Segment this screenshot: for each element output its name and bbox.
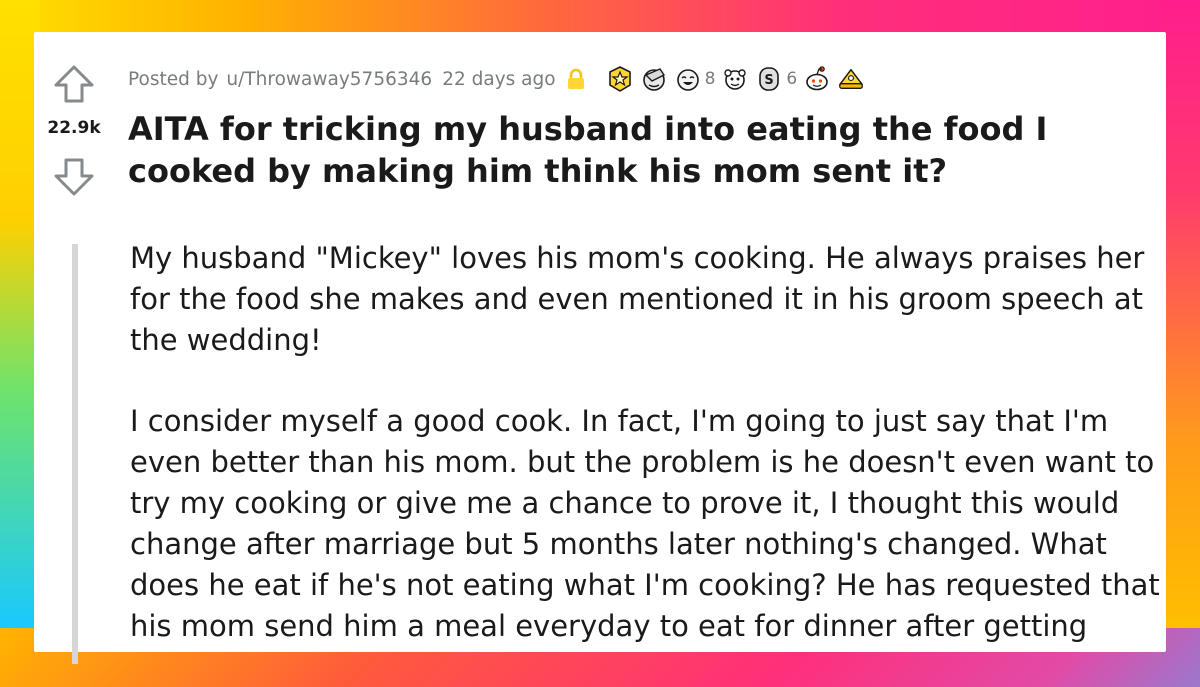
snoo-award-icon[interactable]: [803, 65, 831, 93]
post-age[interactable]: 22 days ago: [442, 69, 555, 90]
quote-bar: [72, 244, 78, 664]
post-title[interactable]: AITA for tricking my husband into eating…: [128, 108, 1168, 192]
awards-row: 8 S 6: [606, 65, 866, 93]
award-count-laugh: 8: [704, 69, 716, 89]
body-paragraph: I consider myself a good cook. In fact, …: [130, 404, 1160, 643]
post-meta: Posted by u/Throwaway5756346 22 days ago: [128, 66, 865, 92]
star-medal-award-icon[interactable]: [606, 65, 634, 93]
gold-hat-award-icon[interactable]: [837, 65, 865, 93]
vote-score: 22.9k: [47, 118, 101, 138]
vote-column: 22.9k: [34, 32, 114, 232]
body-paragraph: My husband "Mickey" loves his mom's cook…: [130, 241, 1145, 357]
facepalm-award-icon[interactable]: [640, 65, 668, 93]
post-card: 22.9k Posted by u/Throwaway5756346 22 da…: [34, 32, 1168, 664]
gradient-frame-top: [0, 0, 1200, 34]
lock-icon: [567, 68, 584, 89]
award-count-silver: 6: [786, 69, 798, 89]
silver-coin-award-icon[interactable]: S: [755, 65, 783, 93]
author-link[interactable]: u/Throwaway5756346: [226, 69, 432, 90]
wholesome-award-icon[interactable]: [721, 65, 749, 93]
downvote-arrow-icon[interactable]: [52, 155, 96, 199]
svg-text:S: S: [765, 73, 774, 88]
laughing-face-award-icon[interactable]: [674, 65, 702, 93]
upvote-arrow-icon[interactable]: [52, 62, 96, 106]
posted-by-label: Posted by: [128, 68, 219, 90]
gradient-frame-right: [1160, 0, 1200, 628]
post-body: My husband "Mickey" loves his mom's cook…: [130, 238, 1160, 687]
